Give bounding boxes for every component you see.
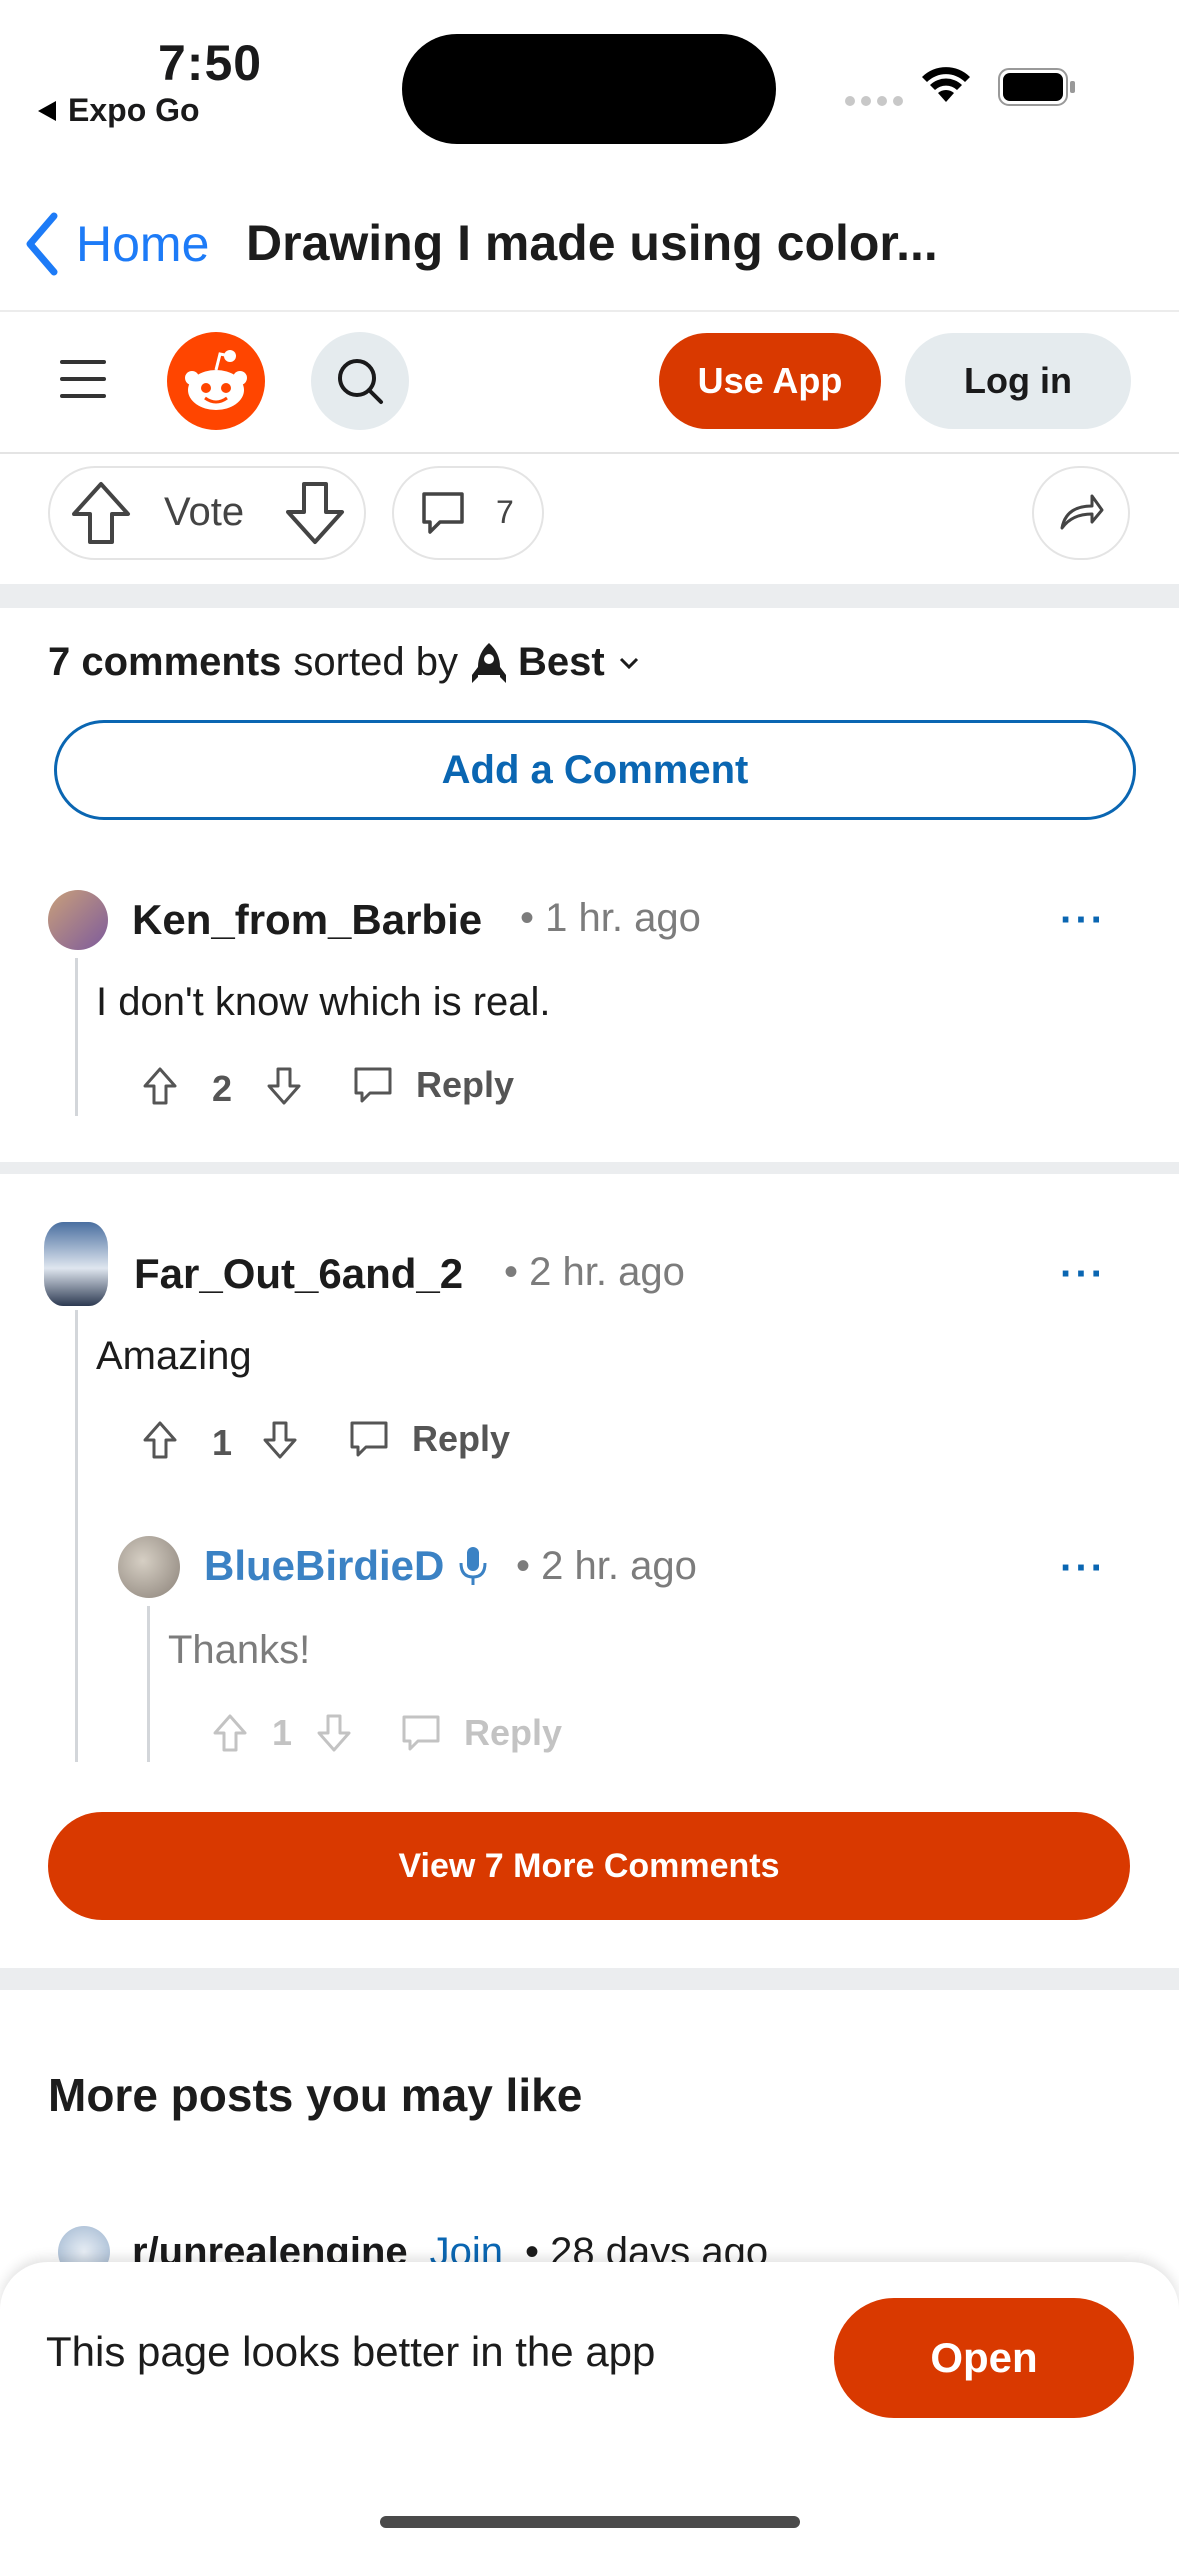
comments-sort-row: 7 comments sorted by Best (48, 640, 643, 685)
comment-icon (422, 492, 464, 534)
view-more-comments-button[interactable]: View 7 More Comments (48, 1812, 1130, 1920)
page-title: Drawing I made using color... (246, 215, 938, 271)
avatar[interactable] (118, 1536, 180, 1598)
reply-label: Reply (416, 1064, 515, 1105)
comment-body: Thanks! (168, 1628, 311, 1672)
reddit-logo-icon[interactable] (167, 332, 265, 430)
chevron-left-icon (26, 212, 58, 276)
comments-count: 7 comments (48, 640, 282, 684)
comment-time: • 2 hr. ago (504, 1250, 685, 1294)
chevron-down-icon (619, 657, 638, 669)
more-options-icon[interactable]: ··· (1060, 1546, 1106, 1591)
comment-time: • 2 hr. ago (516, 1544, 697, 1588)
sort-value: Best (517, 640, 605, 684)
thread-line (75, 958, 78, 1116)
downvote-icon[interactable] (262, 1420, 298, 1460)
home-back-button[interactable]: Home (22, 212, 209, 276)
reply-label: Reply (464, 1712, 563, 1753)
more-options-icon[interactable]: ··· (1060, 898, 1106, 943)
sorted-by-label: sorted by (293, 640, 458, 684)
comment-time-value: 2 hr. ago (529, 1250, 685, 1294)
login-button[interactable]: Log in (905, 333, 1131, 429)
reply-button[interactable]: Reply (352, 1064, 514, 1106)
avatar[interactable] (48, 890, 108, 950)
comment-body: I don't know which is real. (96, 980, 551, 1024)
comment-author[interactable]: Ken_from_Barbie (132, 896, 482, 944)
upvote-icon[interactable] (70, 480, 132, 546)
home-indicator[interactable] (380, 2516, 800, 2528)
comment-body: Amazing (96, 1334, 252, 1378)
section-divider (0, 584, 1179, 608)
add-comment-button[interactable]: Add a Comment (54, 720, 1136, 820)
back-app-label: Expo Go (68, 92, 200, 128)
comment-author[interactable]: Far_Out_6and_2 (134, 1250, 463, 1298)
comment-time-value: 1 hr. ago (545, 896, 701, 940)
comment-count: 7 (496, 494, 514, 530)
comment-icon (350, 1421, 388, 1457)
downvote-icon[interactable] (316, 1713, 352, 1753)
reply-actions: 1 Reply (212, 1712, 562, 1754)
comment-score: 1 (212, 1422, 233, 1463)
search-button[interactable] (311, 332, 409, 430)
vote-label: Vote (164, 490, 245, 534)
downvote-icon[interactable] (266, 1066, 302, 1106)
share-icon (1060, 494, 1104, 530)
back-to-app-link[interactable]: Expo Go (36, 92, 200, 129)
back-triangle-icon (38, 100, 56, 121)
section-divider (0, 1968, 1179, 1990)
upvote-icon[interactable] (142, 1420, 178, 1460)
sheet-message: This page looks better in the app (46, 2328, 656, 2375)
rocket-icon (471, 642, 506, 683)
section-divider (0, 1162, 1179, 1174)
downvote-icon[interactable] (284, 480, 346, 546)
dynamic-island (402, 34, 776, 144)
status-time: 7:50 (158, 35, 263, 91)
search-icon (338, 359, 383, 404)
comment-time: • 1 hr. ago (520, 896, 701, 940)
battery-icon (998, 68, 1075, 106)
avatar[interactable] (44, 1222, 108, 1306)
wifi-icon (922, 67, 970, 102)
comments-pill[interactable] (392, 466, 544, 560)
comment-author[interactable]: BlueBirdieD (204, 1542, 444, 1590)
upvote-icon[interactable] (212, 1713, 248, 1753)
comment-score: 1 (272, 1712, 293, 1753)
reply-button[interactable]: Reply (348, 1418, 510, 1460)
menu-icon[interactable] (60, 360, 106, 411)
comment-score: 2 (212, 1068, 233, 1109)
cellular-signal-icon (845, 96, 903, 106)
microphone-icon (459, 1547, 487, 1585)
thread-line (147, 1606, 150, 1762)
reply-author-row: BlueBirdieD (204, 1542, 488, 1590)
sort-dropdown[interactable]: Best (470, 640, 643, 685)
home-back-label: Home (76, 216, 210, 272)
more-posts-heading: More posts you may like (48, 2069, 583, 2121)
reply-label: Reply (412, 1418, 511, 1459)
more-options-icon[interactable]: ··· (1060, 1252, 1106, 1297)
open-app-button[interactable]: Open (834, 2298, 1134, 2418)
reply-button[interactable]: Reply (400, 1712, 562, 1754)
comment-time-value: 2 hr. ago (541, 1544, 697, 1588)
thread-line (75, 1310, 78, 1762)
comment-icon (354, 1067, 392, 1103)
use-app-button[interactable]: Use App (659, 333, 881, 429)
comment-icon (402, 1715, 440, 1751)
upvote-icon[interactable] (142, 1066, 178, 1106)
